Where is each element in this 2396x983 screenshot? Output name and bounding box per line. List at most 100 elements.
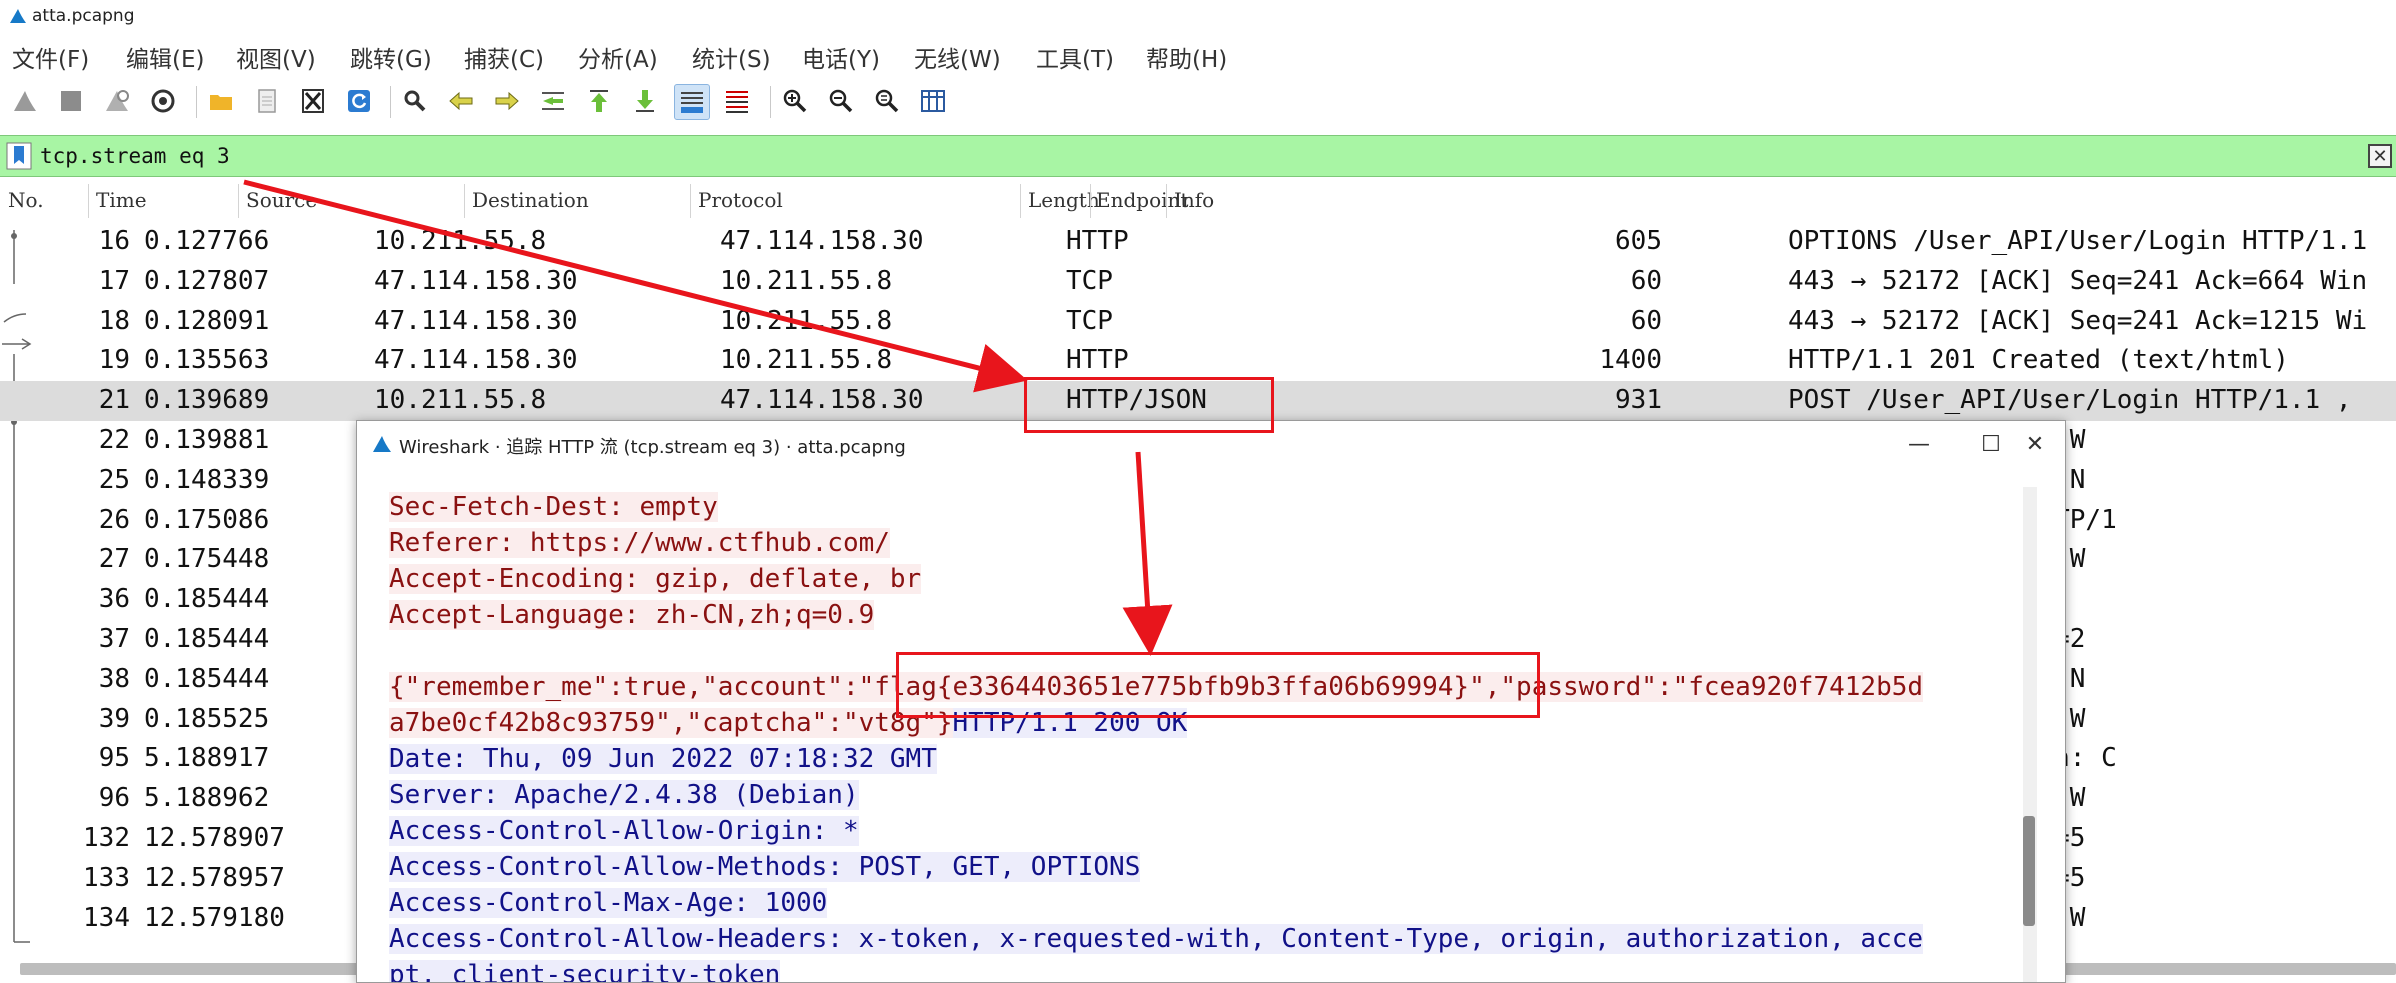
menu-edit[interactable]: 编辑(E) — [126, 40, 204, 74]
jump-to-icon — [542, 92, 564, 110]
open-file-button[interactable] — [204, 84, 238, 118]
resize-columns-icon — [921, 90, 945, 112]
menu-go[interactable]: 跳转(G) — [350, 40, 432, 74]
menu-statistics[interactable]: 统计(S) — [692, 40, 771, 74]
zoom-out-icon — [829, 89, 853, 113]
go-back-button[interactable] — [444, 84, 478, 118]
column-divider — [1166, 184, 1167, 218]
cell-length: 931 — [1615, 385, 1662, 416]
menu-bar: 文件(F) 编辑(E) 视图(V) 跳转(G) 捕获(C) 分析(A) 统计(S… — [0, 34, 2396, 74]
close-button[interactable]: ✕ — [2015, 429, 2055, 459]
minimize-button[interactable]: — — [1899, 429, 1939, 459]
table-row[interactable]: 18 0.128091 47.114.158.30 10.211.55.8 TCP 60 4… — [0, 302, 2396, 342]
first-packet-button[interactable] — [582, 84, 616, 118]
stream-line: Access-Control-Allow-Origin: * — [389, 813, 2001, 849]
cell-no: 95 — [98, 743, 130, 774]
autoscroll-button[interactable] — [674, 84, 710, 120]
menu-file[interactable]: 文件(F) — [12, 40, 89, 74]
display-filter-input[interactable]: tcp.stream eq 3 — [40, 136, 230, 176]
stream-line: {"remember_me":true,"account":"flag{e336… — [389, 669, 2001, 705]
arrow-up-icon — [590, 90, 608, 112]
find-packet-button[interactable] — [398, 84, 432, 118]
stream-line: Date: Thu, 09 Jun 2022 07:18:32 GMT — [389, 741, 2001, 777]
zoom-out-button[interactable] — [824, 84, 858, 118]
menu-wireless[interactable]: 无线(W) — [914, 40, 1001, 74]
stream-line: a7be0cf42b8c93759","captcha":"vt8g"}HTTP… — [389, 705, 2001, 741]
restart-capture-button[interactable] — [100, 84, 134, 118]
table-row[interactable]: 16 0.127766 10.211.55.8 47.114.158.30 HTTP 60… — [0, 222, 2396, 262]
menu-view[interactable]: 视图(V) — [236, 40, 316, 74]
normal-size-button[interactable] — [870, 84, 904, 118]
cell-time: 0.135563 — [144, 345, 270, 376]
menu-telephony[interactable]: 电话(Y) — [802, 40, 880, 74]
stream-line: Server: Apache/2.4.38 (Debian) — [389, 777, 2001, 813]
cell-time: 0.127766 — [144, 226, 270, 256]
cell-protocol: TCP — [1066, 265, 1113, 296]
capture-options-button[interactable] — [146, 84, 180, 118]
cell-no: 22 — [98, 425, 130, 455]
column-header-time[interactable]: Time — [96, 188, 147, 212]
start-capture-button[interactable] — [8, 84, 42, 118]
menu-help[interactable]: 帮助(H) — [1146, 40, 1227, 74]
reload-file-button[interactable] — [342, 84, 376, 118]
cell-protocol: HTTP — [1066, 345, 1129, 376]
zoom-in-button[interactable] — [778, 84, 812, 118]
menu-capture[interactable]: 捕获(C) — [464, 40, 544, 74]
cell-info: HTTP/1.1 201 Created (text/html) — [1788, 345, 2289, 376]
folder-icon — [210, 95, 232, 110]
stream-content[interactable]: Sec-Fetch-Dest: empty Referer: https://ww… — [389, 489, 2001, 982]
stream-line: Accept-Language: zh-CN,zh;q=0.9 — [389, 597, 2001, 633]
cell-time: 0.185525 — [144, 703, 270, 734]
cell-time: 5.188962 — [144, 783, 270, 814]
cell-no: 39 — [98, 703, 130, 734]
stream-line: Access-Control-Allow-Headers: x-token, x… — [389, 921, 2001, 957]
table-row[interactable]: 17 0.127807 47.114.158.30 10.211.55.8 TCP 60 4… — [0, 262, 2396, 302]
cell-no: 36 — [98, 584, 130, 615]
column-header-no[interactable]: No. — [8, 188, 44, 212]
save-file-button[interactable] — [250, 84, 284, 118]
cell-source: 47.114.158.30 — [374, 265, 578, 296]
clear-filter-button[interactable]: ✕ — [2368, 144, 2392, 168]
window-title: atta.pcapng — [32, 6, 135, 26]
cell-no: 132 — [83, 823, 130, 853]
table-row[interactable]: 21 0.139689 10.211.55.8 47.114.158.30 HTTP/J… — [0, 381, 2396, 422]
scrollbar-thumb[interactable] — [2023, 816, 2035, 926]
resize-columns-button[interactable] — [916, 84, 950, 118]
column-header-info[interactable]: Info — [1174, 188, 1214, 212]
toolbar-separator — [196, 86, 197, 118]
column-header-protocol[interactable]: Protocol — [698, 188, 783, 212]
client-text: Accept-Encoding: gzip, deflate, br — [389, 564, 922, 594]
menu-tools[interactable]: 工具(T) — [1036, 40, 1114, 74]
cell-protocol: TCP — [1066, 305, 1113, 336]
cell-destination: 10.211.55.8 — [720, 305, 893, 336]
dialog-titlebar: Wireshark · 追踪 HTTP 流 (tcp.stream eq 3) … — [357, 421, 2065, 467]
column-header-source[interactable]: Source — [246, 188, 317, 212]
go-forward-button[interactable] — [490, 84, 524, 118]
autoscroll-icon — [681, 92, 703, 113]
menu-analyze[interactable]: 分析(A) — [578, 40, 658, 74]
maximize-button[interactable]: ☐ — [1971, 429, 2011, 459]
column-header-destination[interactable]: Destination — [472, 188, 589, 212]
cell-no: 26 — [98, 504, 130, 535]
go-to-packet-button[interactable] — [536, 84, 570, 118]
colorize-lines-icon — [726, 91, 748, 113]
stop-square-icon — [61, 91, 81, 111]
client-text: Sec-Fetch-Dest: empty — [389, 492, 718, 522]
bookmark-icon[interactable] — [6, 142, 32, 170]
cell-no: 19 — [98, 345, 130, 376]
close-file-button[interactable] — [296, 84, 330, 118]
cell-no: 37 — [98, 624, 130, 654]
cell-info: POST /User_API/User/Login HTTP/1.1 , — [1788, 385, 2352, 416]
cell-length: 605 — [1615, 226, 1662, 256]
cell-no: 96 — [98, 783, 130, 814]
stream-line: Access-Control-Allow-Methods: POST, GET,… — [389, 849, 2001, 885]
column-divider — [1090, 184, 1091, 218]
last-packet-button[interactable] — [628, 84, 662, 118]
cell-time: 0.185444 — [144, 584, 270, 615]
column-header-length[interactable]: Length — [1028, 188, 1100, 212]
stop-capture-button[interactable] — [54, 84, 88, 118]
cell-time: 0.148339 — [144, 464, 270, 495]
colorize-button[interactable] — [720, 84, 754, 118]
table-row[interactable]: 19 0.135563 47.114.158.30 10.211.55.8 HTTP 14… — [0, 341, 2396, 381]
server-text: Access-Control-Allow-Methods: POST, GET,… — [389, 852, 1141, 882]
